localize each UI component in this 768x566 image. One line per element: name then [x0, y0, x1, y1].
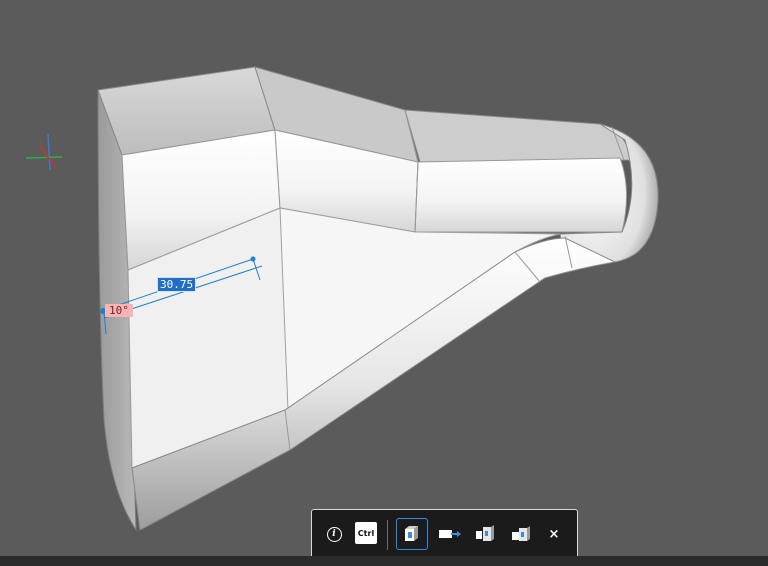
axis-gizmo	[25, 133, 63, 171]
3d-model[interactable]	[97, 66, 659, 532]
angle-dimension-input[interactable]: 10°	[105, 304, 133, 317]
extrude-both-sides-button[interactable]	[472, 522, 498, 546]
extrude-arrow-icon	[439, 530, 461, 538]
extrude-toolbar: i Ctrl ×	[311, 509, 578, 560]
3d-viewport[interactable]: 30.75 10°	[0, 0, 768, 556]
info-button[interactable]: i	[324, 524, 344, 544]
status-bar	[0, 556, 768, 566]
model-canvas[interactable]	[0, 0, 768, 556]
length-dimension-input[interactable]: 30.75	[157, 277, 197, 292]
extrude-face-button[interactable]	[396, 518, 428, 550]
extrude-merge-icon	[512, 526, 530, 541]
extrude-both-icon	[476, 525, 494, 541]
close-icon: ×	[548, 526, 560, 542]
extrude-direction-button[interactable]	[436, 522, 462, 546]
extrude-merge-button[interactable]	[508, 522, 534, 546]
toolbar-separator	[387, 520, 388, 550]
info-icon: i	[326, 526, 342, 542]
close-button[interactable]: ×	[544, 524, 564, 544]
extrude-face-icon	[405, 526, 418, 541]
ctrl-key-badge[interactable]: Ctrl	[355, 522, 377, 544]
